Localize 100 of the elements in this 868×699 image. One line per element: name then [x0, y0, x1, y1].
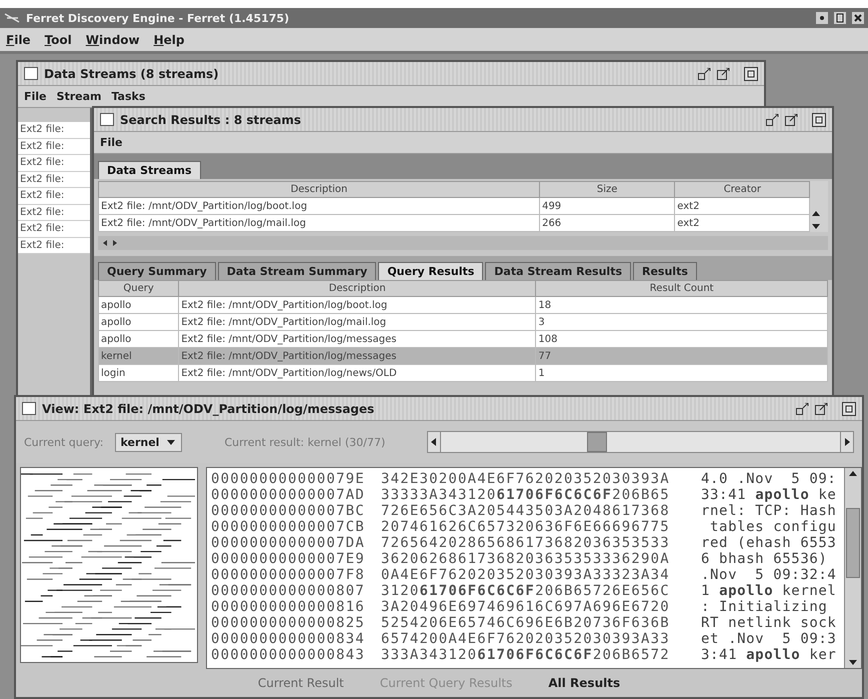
offset-text: 00000000000007AD — [211, 487, 366, 503]
ascii-text: tables configu — [709, 519, 838, 535]
table-cell: Ext2 file: /mnt/ODV_Partition/log/messages — [178, 330, 536, 348]
result-slider[interactable] — [427, 431, 854, 453]
hex-text: 5254206E65746C696E6B20736F636B — [381, 615, 671, 631]
ascii-text: .Nov 5 09:32:4 — [701, 567, 838, 583]
scrollbar[interactable] — [810, 181, 828, 232]
minimize-icon[interactable] — [816, 12, 828, 24]
table-cell: apollo — [98, 314, 179, 330]
slider-thumb[interactable] — [586, 432, 607, 452]
offset-text: 00000000000007E9 — [211, 551, 366, 567]
table-row[interactable]: apollo Ext2 file: /mnt/ODV_Partition/log/messages 108 — [98, 330, 828, 348]
hex-text: 207461626C657320636F6E66696775 — [381, 519, 671, 535]
table-cell: 108 — [536, 330, 828, 348]
window-icon — [22, 402, 36, 415]
menu-item[interactable]: Tool — [44, 32, 72, 46]
menu-item[interactable]: Help — [154, 32, 184, 46]
menu-item[interactable]: Window — [86, 32, 140, 46]
view-button[interactable]: All Results — [544, 674, 624, 692]
maximize-icon[interactable] — [717, 68, 730, 80]
table-row[interactable]: apollo Ext2 file: /mnt/ODV_Partition/log/boot.log 18 — [98, 296, 828, 314]
column-header[interactable]: Result Count — [536, 280, 828, 296]
window-title: View: Ext2 file: /mnt/ODV_Partition/log/messages — [42, 402, 374, 416]
list-item[interactable]: Ext2 file: — [18, 188, 90, 204]
table-cell: ext2 — [674, 198, 810, 214]
hex-text: 342E30200A4E6F762020352030393A — [381, 471, 671, 487]
table-cell: Ext2 file: /mnt/ODV_Partition/log/mail.log — [178, 314, 536, 330]
table-cell: login — [98, 364, 179, 382]
menu-item[interactable]: Tasks — [111, 90, 146, 103]
table-cell: apollo — [98, 330, 179, 348]
offset-text: 0000000000000825 — [211, 615, 366, 631]
offset-text: 00000000000007CB — [211, 519, 366, 535]
table-cell: 499 — [540, 198, 675, 214]
table-cell: 1 — [536, 364, 828, 382]
splitter-arrows-icon[interactable] — [102, 239, 118, 247]
tab[interactable]: Query Results — [378, 262, 484, 280]
menu-item[interactable]: Stream — [56, 90, 102, 103]
hex-text: 726564202865686173682036353533 — [381, 535, 671, 551]
table-cell: kernel — [98, 348, 179, 364]
maximize-icon[interactable] — [785, 114, 798, 126]
ascii-text: 1 apollo kernel — [701, 583, 838, 599]
ascii-text: 33:41 apollo ke — [701, 487, 838, 503]
hex-text: 33333A34312061706F6C6C6F206B65 — [381, 487, 671, 503]
scrollbar[interactable] — [844, 468, 861, 668]
ascii-text: et .Nov 5 09:3 — [701, 631, 838, 647]
tab[interactable]: Data Stream Summary — [218, 262, 376, 280]
offset-text: 0000000000000843 — [211, 647, 366, 663]
menu-item[interactable]: File — [6, 32, 31, 46]
scroll-thumb[interactable] — [846, 508, 860, 578]
maximize-icon[interactable] — [834, 12, 846, 24]
ascii-text: 6 bhash 65536) — [701, 551, 828, 567]
table-cell: Ext2 file: /mnt/ODV_Partition/log/messages — [178, 348, 536, 364]
ascii-text: red (ehash 6553 — [701, 535, 838, 551]
table-cell: apollo — [98, 296, 179, 314]
table-cell: ext2 — [674, 214, 810, 232]
ascii-text: 4.0 .Nov 5 09: — [701, 471, 838, 487]
table-row[interactable]: apollo Ext2 file: /mnt/ODV_Partition/log/mail.log 3 — [98, 314, 828, 330]
query-dropdown[interactable]: kernel — [115, 432, 182, 452]
column-header[interactable]: Description — [98, 182, 540, 198]
close-icon[interactable] — [744, 66, 758, 80]
list-item[interactable]: Ext2 file: — [18, 122, 90, 138]
column-header[interactable]: Size — [540, 182, 675, 198]
table-row[interactable]: login Ext2 file: /mnt/ODV_Partition/log/news/OLD 1 — [98, 364, 828, 382]
hex-text: 726E656C3A205443503A2048617368 — [381, 503, 671, 519]
menu-item[interactable]: File — [100, 136, 123, 149]
hex-text: 3A20496E697469616C697A696E6720 — [381, 599, 671, 615]
table-row[interactable]: kernel Ext2 file: /mnt/ODV_Partition/log/messages 77 — [98, 348, 828, 364]
list-item[interactable]: Ext2 file: — [18, 138, 90, 155]
offset-text: 00000000000007DA — [211, 535, 366, 551]
column-header[interactable]: Description — [178, 280, 536, 296]
close-icon[interactable] — [842, 402, 856, 416]
tab[interactable]: Data Stream Results — [485, 262, 631, 280]
list-item[interactable]: Ext2 file: — [18, 238, 90, 254]
tab[interactable]: Results — [633, 262, 697, 280]
maximize-icon[interactable] — [815, 402, 828, 414]
offset-text: 0000000000000816 — [211, 599, 366, 615]
hex-text: 333A34312061706F6C6C6F206B6572 — [381, 647, 671, 663]
list-item[interactable]: Ext2 file: — [18, 204, 90, 221]
list-item[interactable]: Ext2 file: — [18, 155, 90, 172]
column-header[interactable]: Query — [98, 280, 179, 296]
app-logo-icon — [4, 12, 20, 24]
table-cell: Ext2 file: /mnt/ODV_Partition/log/mail.log — [98, 214, 540, 232]
query-label: Current query: — [24, 436, 104, 448]
iconify-icon[interactable] — [796, 402, 809, 414]
hex-text: 0A4E6F762020352030393A33323A34 — [381, 567, 671, 583]
tab[interactable]: Query Summary — [98, 262, 216, 280]
tab[interactable]: Data Streams — [98, 161, 201, 179]
iconify-icon[interactable] — [698, 68, 711, 80]
ascii-text: RT netlink sock — [701, 615, 838, 631]
list-item[interactable]: Ext2 file: — [18, 172, 90, 188]
iconify-icon[interactable] — [766, 114, 779, 126]
result-label: Current result: kernel (30/77) — [224, 436, 386, 448]
column-header[interactable]: Creator — [674, 182, 810, 198]
menu-item[interactable]: File — [24, 90, 47, 103]
offset-text: 0000000000000834 — [211, 631, 366, 647]
offset-text: 0000000000000807 — [211, 583, 366, 599]
close-icon[interactable] — [812, 112, 826, 126]
window-title: Ferret Discovery Engine - Ferret (1.45175) — [26, 12, 290, 24]
list-item[interactable]: Ext2 file: — [18, 221, 90, 238]
close-icon[interactable] — [852, 12, 864, 24]
